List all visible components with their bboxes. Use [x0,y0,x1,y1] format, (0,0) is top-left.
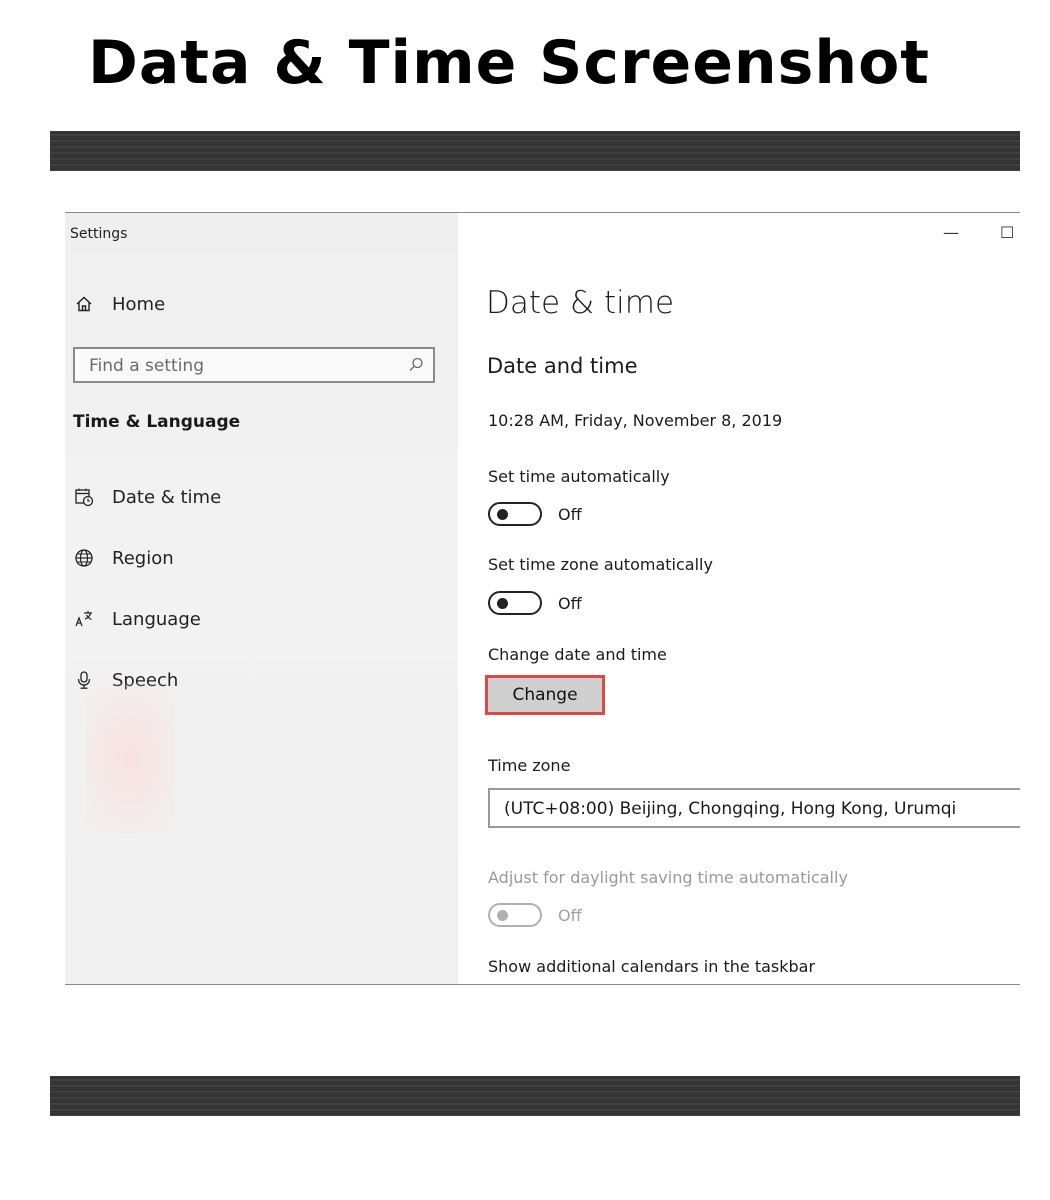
sidebar-item-label: Home [112,293,166,315]
sidebar-item-label: Date & time [112,486,222,508]
search-input[interactable] [87,354,391,378]
sidebar-item-region[interactable]: Region [73,547,174,569]
time-zone-label: Time zone [488,756,571,775]
time-zone-value: (UTC+08:00) Beijing, Chongqing, Hong Kon… [504,799,957,819]
sidebar: Settings Home Time & Language Date & tim… [65,213,458,984]
set-timezone-auto-toggle[interactable] [488,591,542,615]
search-icon[interactable] [407,356,425,378]
daylight-saving-label: Adjust for daylight saving time automati… [488,868,848,887]
top-decorative-bar [50,131,1020,171]
daylight-saving-state: Off [558,906,582,925]
page-heading: Data & Time Screenshot [88,28,930,98]
daylight-saving-toggle[interactable] [488,903,542,927]
toggle-knob [497,910,508,921]
maximize-button[interactable]: ☐ [1000,223,1014,242]
sidebar-item-label: Speech [112,669,179,691]
sidebar-item-language[interactable]: Language [73,608,201,630]
set-time-auto-state: Off [558,505,582,524]
set-time-auto-toggle[interactable] [488,502,542,526]
main-panel: — ☐ Date & time Date and time 10:28 AM, … [458,213,1020,984]
section-label: Time & Language [73,412,241,432]
language-icon [73,608,95,630]
change-button[interactable]: Change [485,675,605,715]
set-timezone-auto-label: Set time zone automatically [488,555,713,574]
sidebar-item-home[interactable]: Home [73,293,165,315]
change-date-time-label: Change date and time [488,645,667,664]
globe-icon [73,547,95,569]
sidebar-item-label: Language [112,608,201,630]
window-title: Settings [70,226,128,242]
search-box[interactable] [73,347,435,383]
time-zone-select[interactable]: (UTC+08:00) Beijing, Chongqing, Hong Kon… [488,788,1020,828]
sidebar-item-speech[interactable]: Speech [73,669,178,691]
set-timezone-auto-state: Off [558,594,582,613]
sidebar-item-date-time[interactable]: Date & time [73,486,221,508]
calendar-clock-icon [73,486,95,508]
page-title: Date & time [486,285,675,321]
minimize-button[interactable]: — [943,223,959,242]
toggle-knob [497,509,508,520]
home-icon [73,293,95,315]
microphone-icon [73,669,95,691]
sidebar-item-label: Region [112,547,174,569]
set-time-auto-label: Set time automatically [488,467,670,486]
toggle-knob [497,598,508,609]
additional-calendars-label: Show additional calendars in the taskbar [488,957,816,976]
settings-window: Settings Home Time & Language Date & tim… [65,212,1020,985]
bottom-decorative-bar [50,1076,1020,1116]
current-datetime: 10:28 AM, Friday, November 8, 2019 [488,411,783,430]
section-subtitle: Date and time [487,354,638,378]
